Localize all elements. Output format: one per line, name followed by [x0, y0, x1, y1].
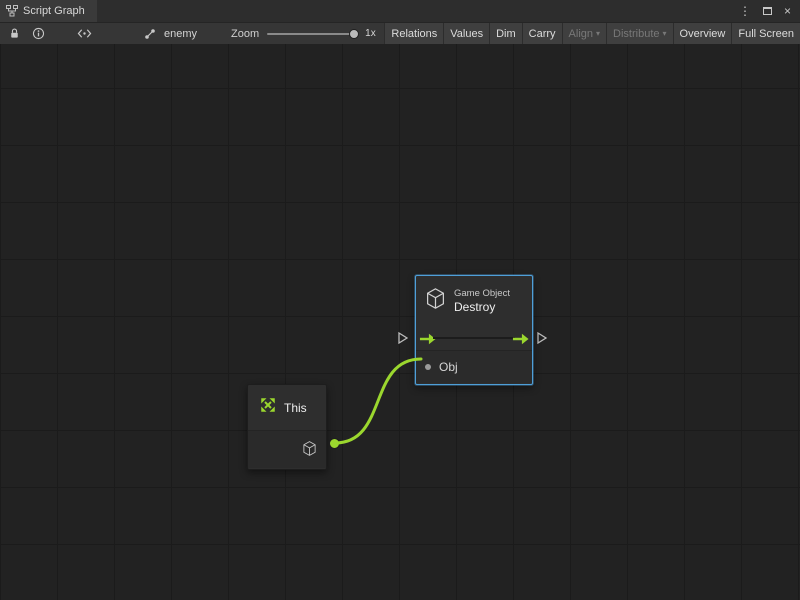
graph-toolbar: enemy Zoom 1x Relations Values Dim Carry…: [0, 22, 800, 44]
chevron-down-icon: ▾: [596, 30, 600, 38]
relations-button[interactable]: Relations: [384, 23, 443, 45]
graph-reference[interactable]: enemy: [141, 25, 197, 43]
tab-bar: Script Graph ⋮ ×: [0, 0, 800, 22]
flow-connector-line: [433, 337, 515, 339]
align-button[interactable]: Align ▾: [562, 23, 606, 45]
tab-script-graph[interactable]: Script Graph: [0, 0, 97, 22]
node-destroy-titles: Game Object Destroy: [454, 288, 510, 314]
cube-icon: [425, 287, 446, 315]
node-this-title: This: [284, 401, 307, 415]
zoom-slider-knob[interactable]: [349, 29, 359, 39]
dim-button[interactable]: Dim: [489, 23, 522, 45]
tab-title: Script Graph: [23, 5, 85, 17]
move-arrows-icon: [259, 396, 277, 419]
node-destroy-header: Game Object Destroy: [416, 276, 532, 326]
node-destroy-subtitle: Game Object: [454, 288, 510, 299]
info-icon[interactable]: [29, 25, 47, 43]
code-icon[interactable]: [75, 25, 93, 43]
wire-layer: [0, 44, 800, 600]
node-this-body: [248, 431, 326, 468]
close-icon[interactable]: ×: [784, 5, 791, 17]
chevron-down-icon: ▾: [663, 30, 667, 38]
graph-asset-icon: [141, 25, 159, 43]
script-graph-window: Script Graph ⋮ ×: [0, 0, 800, 600]
this-output-port[interactable]: [329, 438, 340, 449]
menu-icon[interactable]: ⋮: [739, 5, 751, 17]
obj-port-label: Obj: [439, 360, 458, 374]
flow-input-port[interactable]: [398, 332, 408, 344]
graph-canvas[interactable]: This: [0, 44, 800, 600]
node-this[interactable]: This: [247, 384, 327, 470]
lock-icon[interactable]: [5, 25, 23, 43]
flow-exit-arrow-icon[interactable]: [512, 332, 529, 350]
values-button[interactable]: Values: [443, 23, 489, 45]
connection-wire: [335, 359, 421, 443]
zoom-slider-track: [267, 33, 359, 35]
window-controls: ⋮ ×: [739, 0, 800, 22]
node-destroy-flow-row: [416, 326, 532, 350]
graph-name-label: enemy: [164, 28, 197, 40]
script-graph-icon: [6, 5, 18, 17]
distribute-button[interactable]: Distribute ▾: [606, 23, 672, 45]
node-this-header: This: [248, 385, 326, 431]
node-destroy[interactable]: Game Object Destroy: [415, 275, 533, 385]
flow-enter-arrow-icon[interactable]: [419, 332, 436, 350]
node-destroy-obj-row: Obj: [416, 350, 532, 383]
obj-input-port[interactable]: [425, 364, 431, 370]
zoom-slider[interactable]: [267, 27, 359, 41]
node-destroy-title: Destroy: [454, 300, 510, 314]
zoom-value: 1x: [365, 28, 376, 39]
cube-icon: [302, 440, 317, 462]
overview-button[interactable]: Overview: [673, 23, 732, 45]
carry-button[interactable]: Carry: [522, 23, 562, 45]
toolbar-buttons: Relations Values Dim Carry Align ▾ Distr…: [384, 23, 800, 45]
flow-output-port[interactable]: [537, 332, 547, 344]
fullscreen-button[interactable]: Full Screen: [731, 23, 800, 45]
maximize-icon[interactable]: [763, 7, 772, 15]
zoom-label: Zoom: [231, 28, 259, 40]
